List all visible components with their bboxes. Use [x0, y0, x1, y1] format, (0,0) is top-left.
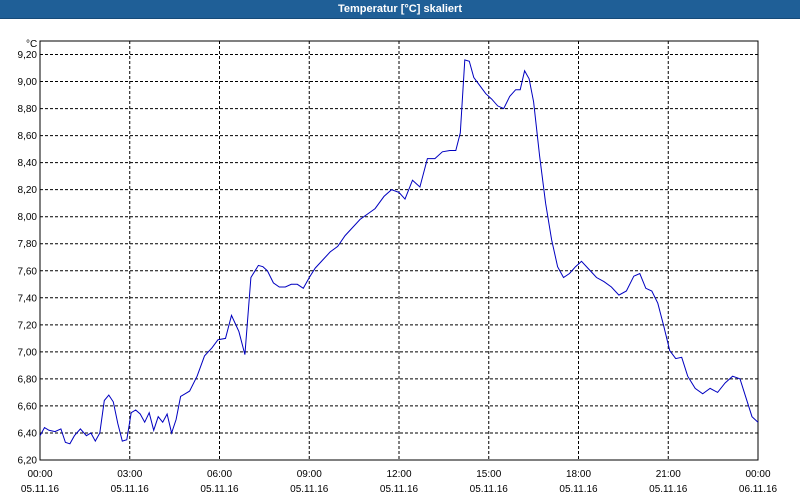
chart-window: Temperatur [°C] skaliert 6,20 6,40 6,60 6,8… [0, 0, 800, 500]
y-tick-label: 8,00 [18, 212, 38, 223]
x-tick-time-label: 12:00 [386, 469, 411, 480]
x-tick-time-label: 09:00 [297, 469, 322, 480]
y-axis-ticks: 6,20 6,40 6,60 6,80 7,00 7,20 7,40 7,60 7,80 8,00… [18, 50, 38, 466]
y-tick-label: 9,20 [18, 50, 38, 61]
x-tick-date-label: 05.11.16 [21, 484, 60, 495]
x-axis-ticks: 00:00 05.11.16 03:00 05.11.16 06:00 05.11.16 0… [21, 469, 778, 495]
x-tick-time-label: 06:00 [207, 469, 232, 480]
y-tick-label: 7,00 [18, 347, 38, 358]
y-tick-label: 7,80 [18, 239, 38, 250]
y-tick-label: 6,40 [18, 428, 38, 439]
y-axis-unit: °C [26, 39, 37, 50]
x-tick-date-label: 05.11.16 [290, 484, 329, 495]
y-tick-label: 7,60 [18, 266, 38, 277]
y-tick-label: 8,80 [18, 104, 38, 115]
x-tick-time-label: 00:00 [745, 469, 770, 480]
y-tick-label: 8,60 [18, 131, 38, 142]
x-tick-date-label: 05.11.16 [200, 484, 239, 495]
y-tick-label: 9,00 [18, 77, 38, 88]
x-tick-date-label: 05.11.16 [380, 484, 419, 495]
x-tick-time-label: 03:00 [117, 469, 142, 480]
x-tick-date-label: 05.11.16 [649, 484, 688, 495]
y-tick-label: 8,20 [18, 185, 38, 196]
x-tick-date-label: 05.11.16 [470, 484, 509, 495]
x-tick-time-label: 15:00 [476, 469, 501, 480]
y-tick-label: 7,40 [18, 293, 38, 304]
y-tick-label: 8,40 [18, 158, 38, 169]
y-tick-label: 6,80 [18, 374, 38, 385]
temperature-chart: 6,20 6,40 6,60 6,80 7,00 7,20 7,40 7,60 7,80 8,00… [18, 39, 778, 495]
y-tick-label: 6,60 [18, 401, 38, 412]
x-tick-time-label: 00:00 [27, 469, 52, 480]
x-tick-date-label: 05.11.16 [559, 484, 598, 495]
x-tick-time-label: 21:00 [656, 469, 681, 480]
x-tick-time-label: 18:00 [566, 469, 591, 480]
x-tick-date-label: 05.11.16 [111, 484, 150, 495]
y-tick-label: 6,20 [18, 456, 38, 467]
y-tick-label: 7,20 [18, 320, 38, 331]
x-tick-date-label: 06.11.16 [739, 484, 778, 495]
